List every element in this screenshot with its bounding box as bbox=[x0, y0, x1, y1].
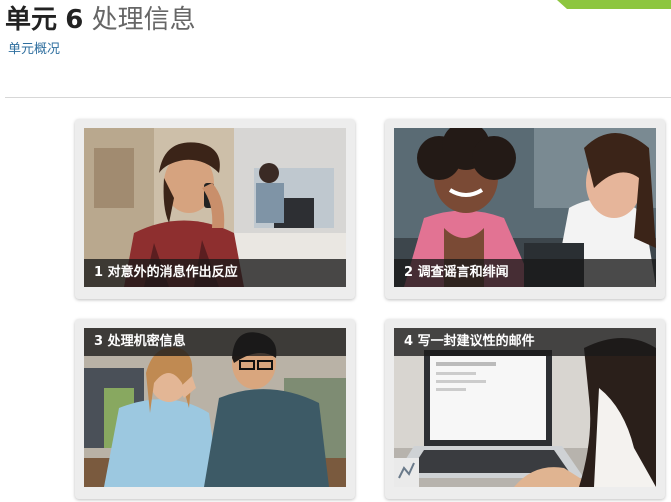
lesson-1-image: 1 对意外的消息作出反应 bbox=[84, 128, 346, 287]
lesson-3-image: 3 处理机密信息 bbox=[84, 328, 346, 487]
lesson-4-image: 4 写一封建议性的邮件 bbox=[394, 328, 656, 487]
lesson-card-1[interactable]: 1 对意外的消息作出反应 bbox=[75, 119, 355, 299]
unit-word: 单元 bbox=[5, 5, 58, 35]
accent-bar bbox=[557, 0, 671, 9]
unit-overview-link[interactable]: 单元概况 bbox=[8, 38, 60, 57]
unit-title: 处理信息 bbox=[91, 5, 196, 35]
page-title: 单元 6 处理信息 bbox=[5, 5, 196, 35]
lesson-3-title: 3 处理机密信息 bbox=[84, 328, 346, 356]
lesson-2-image: 2 调查谣言和绯闻 bbox=[394, 128, 656, 287]
unit-number: 6 bbox=[65, 5, 84, 35]
lesson-card-3[interactable]: 3 处理机密信息 bbox=[75, 319, 355, 499]
lesson-card-4[interactable]: 4 写一封建议性的邮件 bbox=[385, 319, 665, 499]
lesson-4-title: 4 写一封建议性的邮件 bbox=[394, 328, 656, 356]
lesson-1-title: 1 对意外的消息作出反应 bbox=[84, 259, 346, 287]
divider bbox=[5, 97, 671, 98]
lesson-card-2[interactable]: 2 调查谣言和绯闻 bbox=[385, 119, 665, 299]
lesson-2-title: 2 调查谣言和绯闻 bbox=[394, 259, 656, 287]
page-header: 单元 6 处理信息 bbox=[5, 5, 196, 35]
